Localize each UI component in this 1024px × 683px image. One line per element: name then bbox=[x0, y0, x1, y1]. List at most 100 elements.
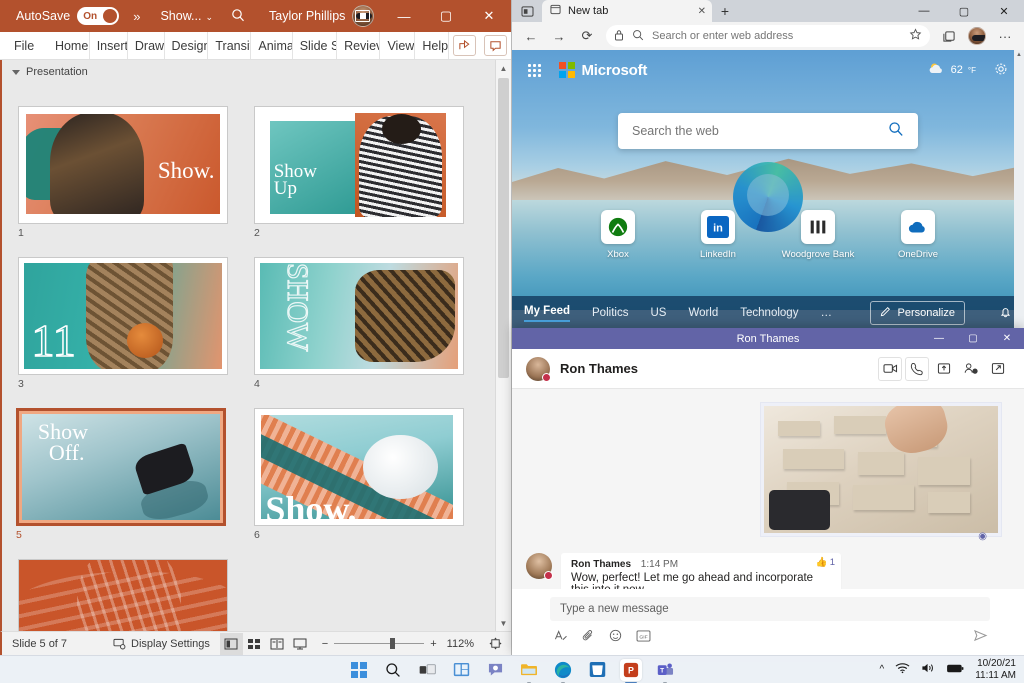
chat-button[interactable] bbox=[484, 659, 506, 681]
new-tab-button[interactable]: + bbox=[712, 0, 738, 22]
slide-counter[interactable]: Slide 5 of 7 bbox=[2, 638, 77, 650]
back-button[interactable]: ← bbox=[518, 24, 544, 48]
clock[interactable]: 10/20/21 11:11 AM bbox=[975, 658, 1016, 681]
microsoft-logo[interactable]: Microsoft bbox=[559, 62, 647, 79]
message-bubble[interactable]: Ron Thames 1:14 PM Wow, perfect! Let me … bbox=[561, 553, 841, 589]
fit-to-window-icon[interactable] bbox=[484, 633, 507, 655]
document-name[interactable]: Show...⌄ bbox=[160, 9, 213, 23]
zoom-level[interactable]: 112% bbox=[437, 638, 484, 650]
browser-tab[interactable]: New tab ✕ bbox=[542, 0, 712, 22]
thumbnail-slide-4[interactable]: SHOW 4 bbox=[254, 257, 464, 390]
collections-icon[interactable] bbox=[936, 24, 962, 48]
scroll-down-icon[interactable]: ▼ bbox=[496, 615, 511, 631]
thumbnail-slide-2[interactable]: ShowUp 2 bbox=[254, 106, 464, 239]
zoom-track[interactable] bbox=[334, 643, 424, 644]
address-bar[interactable]: Search or enter web address bbox=[606, 25, 930, 47]
search-icon[interactable] bbox=[888, 121, 904, 141]
feed-tab-politics[interactable]: Politics bbox=[592, 307, 628, 319]
tab-design[interactable]: Design bbox=[165, 32, 209, 59]
search-icon[interactable] bbox=[231, 8, 245, 25]
close-tab-icon[interactable]: ✕ bbox=[698, 6, 706, 17]
slide-thumbnail-pane[interactable]: Presentation Show. 1 ShowUp bbox=[0, 60, 511, 631]
thumbnail-slide-3[interactable]: 11 3 bbox=[18, 257, 228, 390]
show-hidden-icons-button[interactable]: ^ bbox=[880, 664, 885, 675]
tab-actions-icon[interactable] bbox=[512, 0, 542, 22]
feed-tab-my-feed[interactable]: My Feed bbox=[524, 305, 570, 322]
comments-button[interactable] bbox=[484, 35, 507, 56]
start-button[interactable] bbox=[348, 659, 370, 681]
store-button[interactable] bbox=[586, 659, 608, 681]
edge-minimize-button[interactable]: — bbox=[904, 0, 944, 22]
message-input[interactable]: Type a new message bbox=[550, 597, 990, 621]
page-scroll-up-icon[interactable]: ▲ bbox=[1014, 50, 1024, 60]
profile-avatar[interactable] bbox=[964, 24, 990, 48]
powerpoint-button[interactable]: P bbox=[620, 659, 642, 681]
feed-tab-us[interactable]: US bbox=[650, 307, 666, 319]
quick-link-onedrive[interactable]: OneDrive bbox=[890, 210, 946, 260]
teams-maximize-button[interactable]: ▢ bbox=[956, 328, 990, 349]
scrollbar-thumb[interactable] bbox=[498, 78, 509, 378]
thumbnail-slide-7[interactable] bbox=[18, 559, 228, 631]
giphy-button[interactable]: GIF bbox=[636, 630, 651, 645]
video-call-button[interactable] bbox=[878, 357, 902, 381]
file-explorer-button[interactable] bbox=[518, 659, 540, 681]
quick-access-overflow-icon[interactable]: » bbox=[133, 9, 140, 24]
edge-button[interactable] bbox=[552, 659, 574, 681]
tab-slide-show[interactable]: Slide S bbox=[293, 32, 337, 59]
thumbnail-slide-1[interactable]: Show. 1 bbox=[18, 106, 228, 239]
forward-button[interactable]: → bbox=[546, 24, 572, 48]
slideshow-button[interactable] bbox=[289, 633, 312, 655]
tab-help[interactable]: Help bbox=[415, 32, 449, 59]
send-icon[interactable] bbox=[973, 629, 988, 645]
audio-call-button[interactable] bbox=[905, 357, 929, 381]
tab-insert[interactable]: Insert bbox=[90, 32, 128, 59]
more-options-icon[interactable]: ··· bbox=[992, 24, 1018, 48]
tab-view[interactable]: View bbox=[380, 32, 415, 59]
quick-link-linkedin[interactable]: in LinkedIn bbox=[690, 210, 746, 260]
popout-button[interactable] bbox=[986, 357, 1010, 381]
maximize-button[interactable]: ▢ bbox=[425, 0, 467, 32]
search-button[interactable] bbox=[382, 659, 404, 681]
zoom-knob[interactable] bbox=[390, 638, 395, 649]
web-search-box[interactable]: Search the web bbox=[618, 113, 918, 149]
tab-transitions[interactable]: Transit bbox=[208, 32, 251, 59]
zoom-out-button[interactable]: − bbox=[322, 638, 328, 650]
gear-icon[interactable] bbox=[994, 62, 1008, 79]
tab-animations[interactable]: Anima bbox=[251, 32, 292, 59]
shared-photo[interactable]: ◉ bbox=[760, 402, 1002, 537]
minimize-button[interactable]: — bbox=[383, 0, 425, 32]
speaker-icon[interactable] bbox=[921, 662, 936, 677]
thumbnail-slide-6[interactable]: Show. 6 bbox=[254, 408, 464, 541]
tab-review[interactable]: Reviev bbox=[337, 32, 380, 59]
address-input[interactable]: Search or enter web address bbox=[652, 30, 901, 42]
share-button[interactable] bbox=[453, 35, 476, 56]
teams-minimize-button[interactable]: — bbox=[922, 328, 956, 349]
close-button[interactable]: ✕ bbox=[467, 0, 511, 32]
normal-view-button[interactable] bbox=[220, 633, 243, 655]
tab-file[interactable]: File bbox=[0, 32, 41, 59]
personalize-button[interactable]: Personalize bbox=[870, 301, 965, 325]
display-settings-button[interactable]: Display Settings bbox=[103, 638, 220, 650]
ribbon-display-options-icon[interactable] bbox=[341, 0, 383, 32]
quick-link-woodgrove-bank[interactable]: Woodgrove Bank bbox=[790, 210, 846, 260]
format-button[interactable] bbox=[554, 629, 568, 645]
edge-close-button[interactable]: ✕ bbox=[984, 0, 1024, 22]
feed-tab-more[interactable]: … bbox=[820, 307, 832, 319]
wifi-icon[interactable] bbox=[895, 662, 910, 677]
tab-home[interactable]: Home bbox=[41, 32, 90, 59]
message-reaction[interactable]: 👍 1 bbox=[816, 557, 835, 568]
bell-icon[interactable] bbox=[999, 305, 1012, 322]
autosave-toggle[interactable]: On bbox=[77, 7, 119, 25]
thumbnail-slide-5[interactable]: Show Off. 5 bbox=[16, 408, 226, 541]
share-screen-button[interactable] bbox=[932, 357, 956, 381]
slide-sorter-button[interactable] bbox=[243, 633, 266, 655]
app-launcher-icon[interactable] bbox=[528, 64, 541, 77]
zoom-slider[interactable]: − + bbox=[322, 638, 437, 650]
teams-close-button[interactable]: ✕ bbox=[990, 328, 1024, 349]
teams-button[interactable]: T bbox=[654, 659, 676, 681]
add-people-button[interactable] bbox=[959, 357, 983, 381]
edge-maximize-button[interactable]: ▢ bbox=[944, 0, 984, 22]
scroll-up-icon[interactable]: ▲ bbox=[496, 60, 511, 76]
emoji-button[interactable] bbox=[609, 629, 622, 645]
feed-tab-world[interactable]: World bbox=[688, 307, 718, 319]
